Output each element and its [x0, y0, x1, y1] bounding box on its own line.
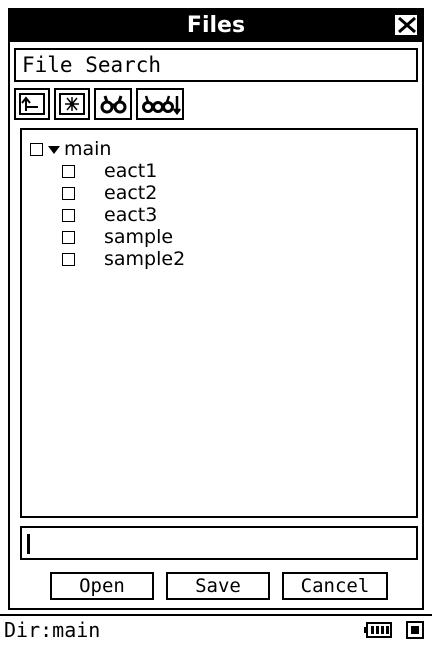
text-caret [27, 534, 30, 554]
tree-item-label: eact3 [104, 204, 158, 226]
save-button[interactable]: Save [166, 572, 270, 600]
item-checkbox[interactable] [62, 209, 75, 222]
tree-item-label: eact1 [104, 160, 158, 182]
files-dialog: Files File Search main eact1 eact2 eact3… [8, 8, 424, 610]
item-checkbox[interactable] [62, 231, 75, 244]
item-checkbox[interactable] [62, 187, 75, 200]
tree-item-row[interactable]: sample2 [22, 248, 322, 270]
item-checkbox[interactable] [62, 165, 75, 178]
search-next-button[interactable] [136, 88, 184, 120]
new-folder-button[interactable] [54, 88, 90, 120]
tree-item-row[interactable]: eact1 [22, 160, 322, 182]
filename-input[interactable] [20, 526, 418, 560]
dialog-title: Files [186, 13, 246, 38]
toolbar [14, 88, 418, 124]
open-button[interactable]: Open [50, 572, 154, 600]
expand-arrow-icon[interactable] [48, 146, 60, 154]
tree-item-label: eact2 [104, 182, 158, 204]
new-folder-icon [59, 93, 85, 115]
folder-up-button[interactable] [14, 88, 50, 120]
title-bar: Files [10, 10, 422, 42]
tree-item-row[interactable]: sample [22, 226, 322, 248]
menu-file-search[interactable]: File Search [22, 52, 161, 78]
tree-root-row[interactable]: main [22, 138, 222, 160]
cancel-button[interactable]: Cancel [282, 572, 388, 600]
search-icon [100, 95, 127, 114]
menu-bar: File Search [14, 48, 418, 82]
tree-item-row[interactable]: eact2 [22, 182, 322, 204]
tree-item-row[interactable]: eact3 [22, 204, 322, 226]
folder-up-icon [19, 93, 45, 115]
settings-icon[interactable] [406, 621, 424, 639]
item-checkbox[interactable] [62, 253, 75, 266]
close-icon [398, 17, 416, 33]
search-next-icon [142, 95, 181, 115]
current-directory: Dir:main [4, 618, 101, 642]
tree-root-label: main [64, 138, 112, 160]
close-button[interactable] [394, 14, 418, 36]
battery-icon [364, 622, 392, 638]
root-checkbox[interactable] [30, 143, 43, 156]
tree-item-label: sample2 [104, 248, 186, 270]
search-button[interactable] [94, 88, 132, 120]
status-bar: Dir:main [0, 614, 432, 646]
file-tree: main eact1 eact2 eact3 sample sample2 [20, 128, 418, 518]
tree-item-label: sample [104, 226, 174, 248]
